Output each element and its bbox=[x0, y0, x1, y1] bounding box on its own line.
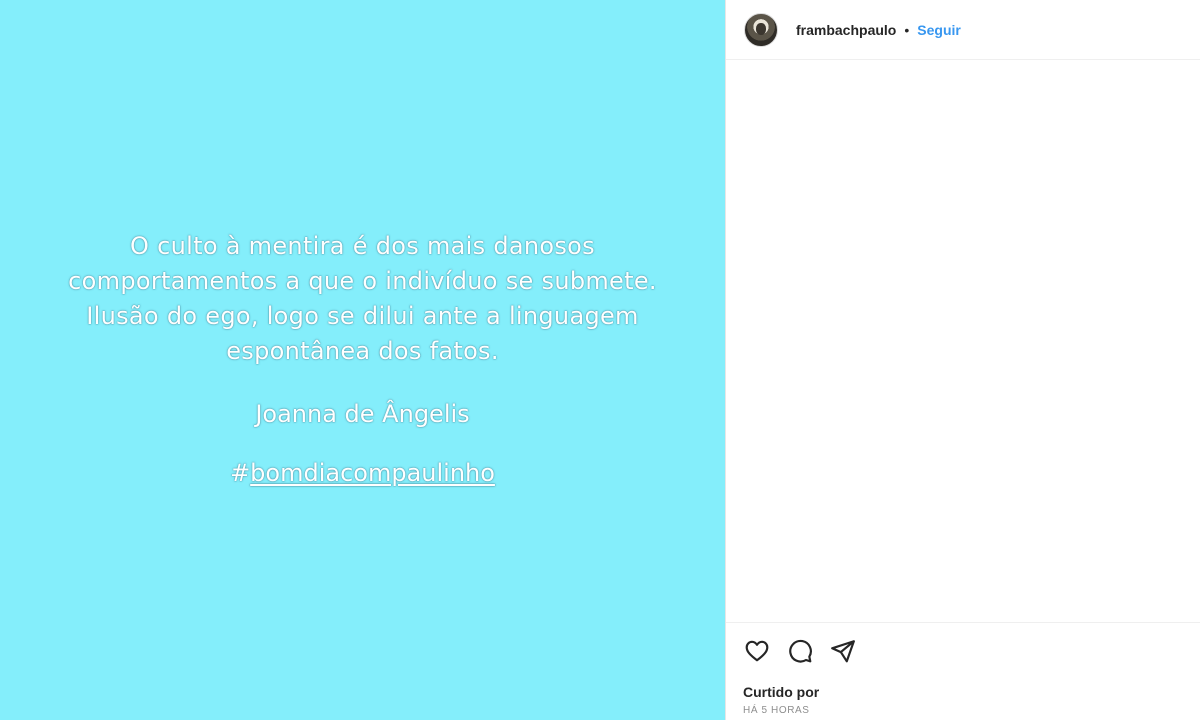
post-side-panel: frambachpaulo • Seguir Curtido por HÁ 5 … bbox=[725, 0, 1200, 720]
share-icon bbox=[831, 640, 855, 663]
action-icons bbox=[743, 637, 1200, 665]
like-button[interactable] bbox=[743, 637, 771, 665]
comment-icon bbox=[789, 639, 812, 663]
actions-bar: Curtido por HÁ 5 HORAS bbox=[726, 622, 1200, 716]
share-button[interactable] bbox=[829, 637, 857, 665]
hashtag-link[interactable]: #bomdiacompaulinho bbox=[230, 456, 495, 491]
follow-button[interactable]: Seguir bbox=[917, 22, 961, 38]
hashtag-symbol: # bbox=[230, 459, 251, 487]
heart-icon bbox=[745, 640, 769, 662]
quote-line: O culto à mentira é dos mais danosos bbox=[130, 232, 595, 260]
quote-line: Ilusão do ego, logo se dilui ante a ling… bbox=[86, 302, 639, 330]
header-separator: • bbox=[904, 21, 910, 38]
quote-line: espontânea dos fatos. bbox=[226, 337, 499, 365]
avatar[interactable] bbox=[744, 12, 778, 47]
username-link[interactable]: frambachpaulo bbox=[796, 22, 896, 38]
post-header: frambachpaulo • Seguir bbox=[726, 0, 1200, 60]
quote-author: Joanna de Ângelis bbox=[255, 400, 470, 428]
hashtag-text: bomdiacompaulinho bbox=[250, 459, 495, 487]
post-image: O culto à mentira é dos mais danosos com… bbox=[0, 0, 725, 720]
comments-area bbox=[726, 60, 1200, 621]
liked-by-label[interactable]: Curtido por bbox=[743, 684, 1200, 700]
post-timestamp[interactable]: HÁ 5 HORAS bbox=[743, 705, 1200, 716]
quote-line: comportamentos a que o indivíduo se subm… bbox=[68, 267, 657, 295]
comment-button[interactable] bbox=[786, 637, 814, 665]
